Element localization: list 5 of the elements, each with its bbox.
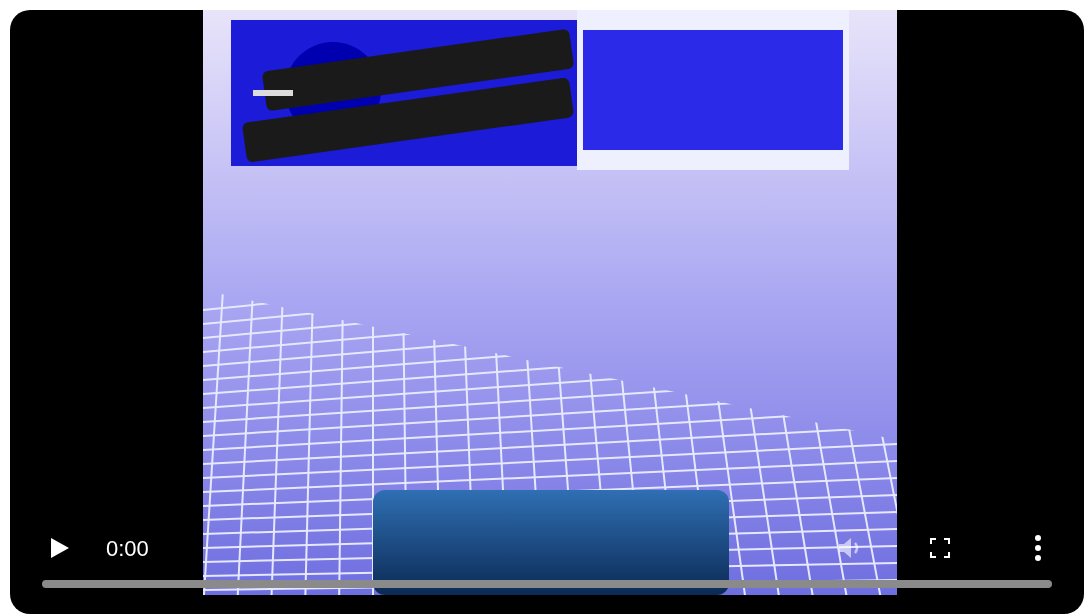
fullscreen-icon xyxy=(930,538,950,558)
more-icon xyxy=(1035,535,1041,561)
progress-track[interactable] xyxy=(42,580,1052,588)
play-icon xyxy=(50,537,70,559)
time-display: 0:00 xyxy=(106,534,149,563)
